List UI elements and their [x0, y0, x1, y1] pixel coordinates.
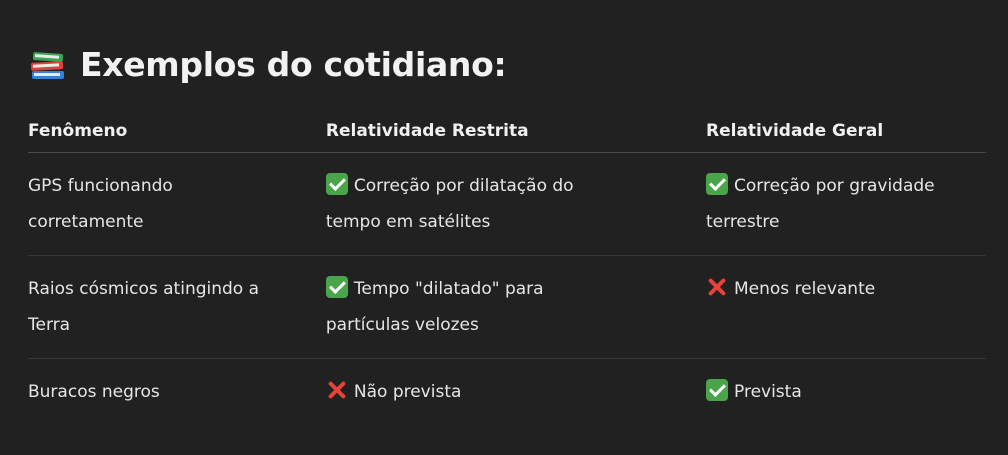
restricted-cell: Correção por dilatação do tempo em satél…: [325, 152, 706, 256]
table-row: GPS funcionando corretamente Correção po…: [28, 152, 986, 256]
cross-icon: [326, 379, 348, 401]
general-cell: Prevista: [706, 359, 986, 425]
general-cell: Correção por gravidade terrestre: [706, 152, 986, 256]
check-icon: [325, 276, 348, 298]
column-header-general: Relatividade Geral: [706, 110, 986, 153]
phenomenon-cell: Buracos negros: [28, 359, 326, 425]
comparison-table: Fenômeno Relatividade Restrita Relativid…: [28, 110, 986, 424]
column-header-phenomenon: Fenômeno: [28, 110, 326, 153]
check-icon: [706, 173, 728, 195]
phenomenon-cell: Raios cósmicos atingindo a Terra: [28, 255, 326, 359]
phenomenon-cell: GPS funcionando corretamente: [28, 152, 326, 256]
cross-icon: [706, 276, 728, 298]
check-icon: [325, 173, 348, 195]
general-text: Prevista: [734, 382, 802, 402]
general-text: Correção por gravidade terrestre: [706, 176, 935, 232]
restricted-text: Correção por dilatação do tempo em satél…: [325, 176, 574, 232]
general-text: Menos relevante: [734, 279, 876, 299]
page-title: Exemplos do cotidiano:: [80, 44, 507, 84]
section-heading: Exemplos do cotidiano:: [28, 40, 507, 88]
table-row: Buracos negros Não prevista Prevista: [28, 359, 986, 425]
restricted-cell: Não prevista: [326, 359, 706, 425]
check-icon: [706, 379, 728, 401]
books-icon: [28, 44, 68, 84]
restricted-text: Não prevista: [353, 382, 462, 402]
table-row: Raios cósmicos atingindo a Terra Tempo "…: [28, 255, 986, 359]
phenomenon-text: Buracos negros: [28, 382, 160, 402]
column-header-restricted: Relatividade Restrita: [325, 110, 706, 153]
phenomenon-text: GPS funcionando corretamente: [28, 176, 173, 232]
phenomenon-text: Raios cósmicos atingindo a Terra: [28, 279, 260, 335]
restricted-text: Tempo "dilatado" para partículas velozes: [325, 279, 544, 335]
table-header-row: Fenômeno Relatividade Restrita Relativid…: [28, 110, 986, 153]
general-cell: Menos relevante: [706, 255, 986, 359]
restricted-cell: Tempo "dilatado" para partículas velozes: [325, 255, 706, 359]
